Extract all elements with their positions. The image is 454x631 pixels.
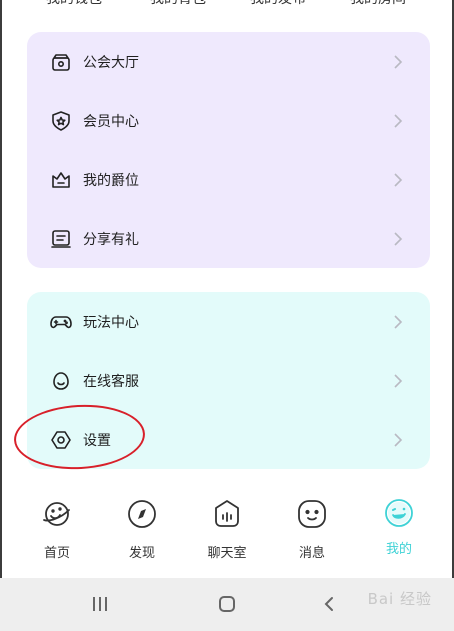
tab-wallet[interactable]: 我的钱包 bbox=[46, 0, 102, 8]
chatroom-icon bbox=[211, 498, 243, 530]
menu-label: 分享有礼 bbox=[83, 231, 139, 248]
tab-rooms[interactable]: 我的房间 bbox=[350, 0, 406, 8]
chevron-right-icon bbox=[392, 113, 404, 129]
planet-icon bbox=[41, 498, 73, 530]
nav-item-home[interactable]: 首页 bbox=[22, 490, 92, 565]
menu-label: 公会大厅 bbox=[83, 54, 139, 71]
nav-item-mine[interactable]: 我的 bbox=[364, 490, 434, 565]
menu-label: 玩法中心 bbox=[83, 314, 139, 331]
member-badge-icon bbox=[49, 109, 73, 133]
nav-label: 首页 bbox=[43, 546, 70, 561]
features-card: 公会大厅 会员中心 我的爵位 分享有礼 bbox=[27, 32, 430, 268]
nav-label: 聊天室 bbox=[207, 546, 247, 561]
back-button-icon[interactable] bbox=[318, 592, 342, 616]
crown-icon bbox=[49, 168, 73, 192]
chevron-right-icon bbox=[392, 432, 404, 448]
chevron-right-icon bbox=[392, 373, 404, 389]
nav-item-messages[interactable]: 消息 bbox=[277, 490, 347, 565]
nav-item-discover[interactable]: 发现 bbox=[107, 490, 177, 565]
chevron-right-icon bbox=[392, 172, 404, 188]
baidu-watermark: Bai 经验 bbox=[367, 590, 432, 608]
tab-posts[interactable]: 我的发布 bbox=[250, 0, 306, 8]
system-nav-bar: Bai 经验 bbox=[0, 578, 454, 631]
menu-item-online-service[interactable]: 在线客服 bbox=[27, 351, 430, 410]
chevron-right-icon bbox=[392, 314, 404, 330]
menu-item-member-center[interactable]: 会员中心 bbox=[27, 91, 430, 150]
menu-item-my-rank[interactable]: 我的爵位 bbox=[27, 150, 430, 209]
recent-apps-icon[interactable] bbox=[88, 592, 112, 616]
nav-item-chatroom[interactable]: 聊天室 bbox=[192, 490, 262, 565]
chevron-right-icon bbox=[392, 231, 404, 247]
menu-label: 会员中心 bbox=[83, 113, 139, 130]
profile-face-icon bbox=[383, 497, 415, 529]
guild-hall-icon bbox=[49, 50, 73, 74]
share-gift-icon bbox=[49, 227, 73, 251]
nav-label: 发现 bbox=[128, 546, 155, 561]
chevron-right-icon bbox=[392, 54, 404, 70]
message-face-icon bbox=[296, 498, 328, 530]
menu-item-guild-hall[interactable]: 公会大厅 bbox=[27, 32, 430, 91]
nav-label: 消息 bbox=[298, 546, 325, 561]
home-button-icon[interactable] bbox=[215, 592, 239, 616]
nav-label-active: 我的 bbox=[385, 542, 412, 557]
gamepad-icon bbox=[49, 310, 73, 334]
top-tabs-row: 我的钱包 我的背包 我的发布 我的房间 bbox=[0, 0, 454, 8]
menu-item-play-center[interactable]: 玩法中心 bbox=[27, 292, 430, 351]
bottom-nav: 首页 发现 聊天室 消息 我的 bbox=[0, 490, 454, 570]
menu-item-share-gift[interactable]: 分享有礼 bbox=[27, 209, 430, 268]
menu-label: 我的爵位 bbox=[83, 172, 139, 189]
compass-icon bbox=[126, 498, 158, 530]
tab-backpack[interactable]: 我的背包 bbox=[150, 0, 206, 8]
customer-service-icon bbox=[49, 369, 73, 393]
menu-label: 在线客服 bbox=[83, 373, 139, 390]
